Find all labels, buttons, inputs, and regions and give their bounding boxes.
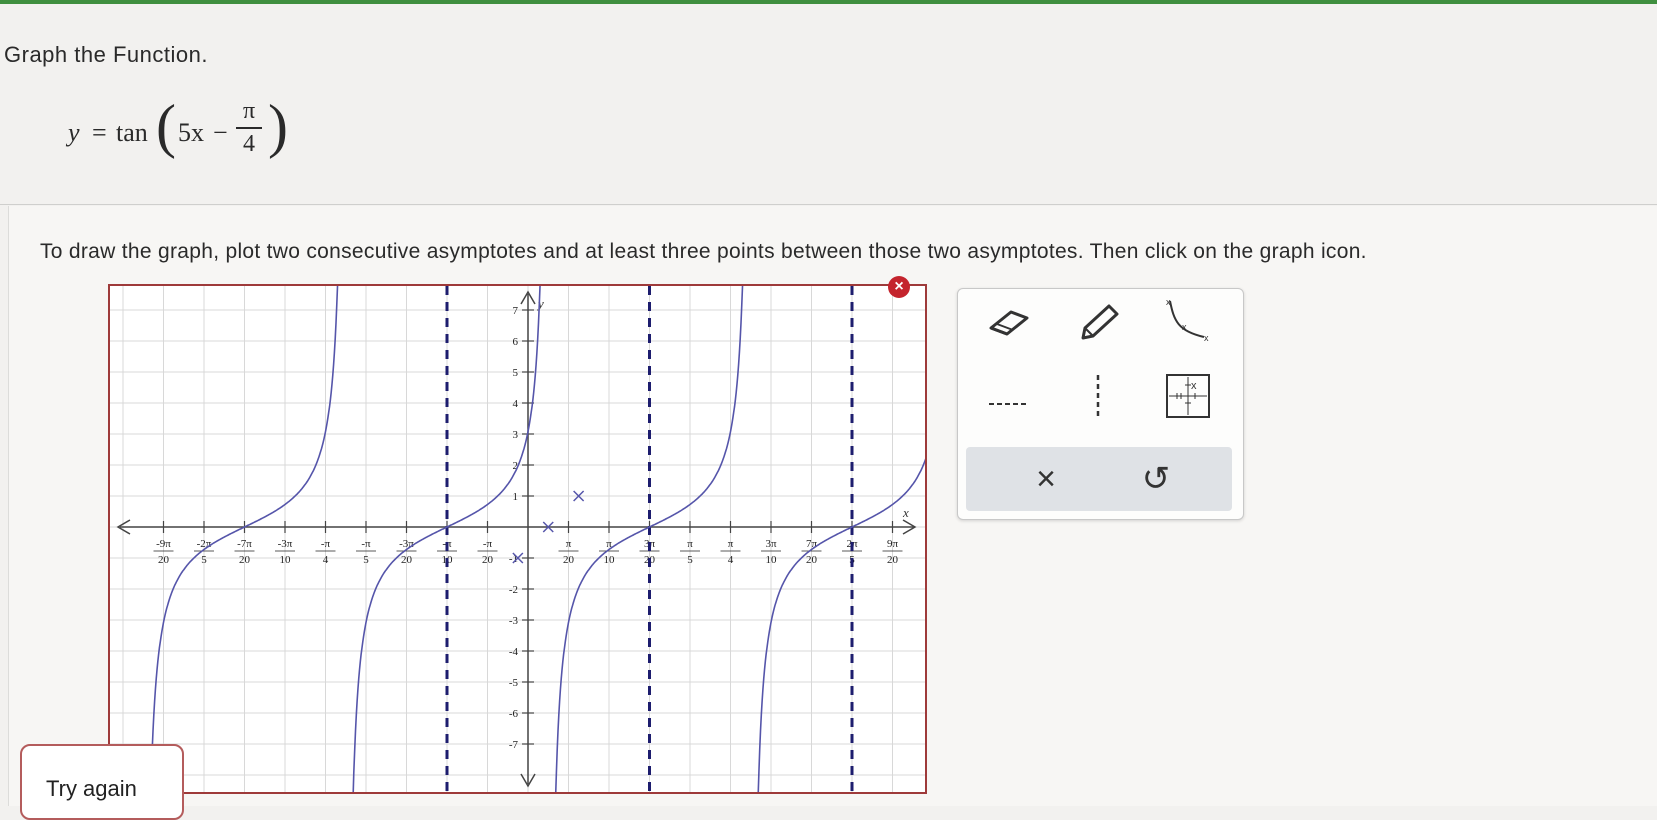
- dashed-line-icon[interactable]: [978, 379, 1038, 429]
- formula-fraction: π 4: [236, 98, 262, 158]
- x-axis-label: x: [902, 505, 909, 520]
- try-again-label: Try again: [46, 776, 137, 801]
- x-tick-numerator: -π: [361, 538, 371, 550]
- x-tick-numerator: -9π: [156, 538, 171, 550]
- y-tick-label: -3: [509, 615, 519, 627]
- pencil-icon[interactable]: [1068, 297, 1128, 347]
- x-tick-numerator: -7π: [237, 538, 252, 550]
- x-tick-denominator: 5: [363, 554, 369, 566]
- top-accent-bar: [0, 0, 1657, 4]
- graph-toolbar: x x x x × ↺: [957, 288, 1244, 520]
- y-tick-label: -2: [509, 584, 518, 596]
- svg-text:x: x: [1182, 322, 1187, 332]
- x-tick-numerator: -π: [321, 538, 331, 550]
- formula-func: tan: [116, 118, 148, 147]
- y-tick-label: 3: [513, 429, 519, 441]
- x-tick-denominator: 5: [687, 554, 693, 566]
- x-tick-numerator: -3π: [278, 538, 293, 550]
- x-tick-denominator: 5: [201, 554, 207, 566]
- tangent-curve: [757, 458, 925, 792]
- formula-equals: =: [92, 118, 107, 147]
- try-again-popup: Try again: [20, 744, 184, 820]
- clear-button[interactable]: ×: [1016, 457, 1076, 501]
- x-tick-numerator: 3π: [765, 538, 777, 550]
- close-icon[interactable]: ×: [888, 276, 910, 298]
- x-tick-denominator: 4: [728, 554, 734, 566]
- x-tick-denominator: 10: [766, 554, 778, 566]
- x-tick-denominator: 20: [887, 554, 899, 566]
- x-tick-denominator: 20: [563, 554, 575, 566]
- graph-svg[interactable]: yx-9π20-2π5-7π20-3π10-π4-π5-3π20-π10-π20…: [110, 286, 925, 792]
- formula-left-paren: (: [156, 93, 176, 159]
- formula-denominator: 4: [243, 131, 255, 157]
- svg-text:x: x: [1166, 297, 1171, 307]
- vertical-dashed-icon[interactable]: [1068, 371, 1128, 421]
- svg-text:x: x: [1204, 333, 1209, 343]
- vertical-dashed-svg: [1096, 375, 1100, 417]
- formula-numerator: π: [242, 98, 256, 124]
- eraser-svg: [989, 310, 1029, 336]
- x-tick-numerator: -3π: [399, 538, 414, 550]
- instructions: To draw the graph, plot two consecutive …: [40, 240, 1367, 263]
- pencil-svg: [1081, 304, 1119, 340]
- y-tick-label: 6: [513, 336, 519, 348]
- x-tick-denominator: 20: [482, 554, 494, 566]
- y-tick-label: -6: [509, 708, 519, 720]
- page-title: Graph the Function.: [4, 42, 208, 67]
- y-tick-label: 5: [513, 367, 519, 379]
- graph-grid-icon[interactable]: x: [1158, 371, 1218, 421]
- dashed-line-svg: [989, 403, 1027, 405]
- graph-grid-svg: x: [1166, 374, 1210, 418]
- y-tick-label: 4: [513, 398, 519, 410]
- eraser-icon[interactable]: [978, 297, 1038, 347]
- function-formula: y = tan ( 5x − π 4 ): [68, 92, 298, 182]
- y-tick-label: -4: [509, 646, 519, 658]
- x-tick-denominator: 20: [239, 554, 251, 566]
- tangent-curve-icon[interactable]: x x x: [1158, 297, 1218, 347]
- x-tick-denominator: 20: [158, 554, 170, 566]
- section-divider: [0, 204, 1657, 205]
- svg-text:x: x: [1191, 380, 1197, 392]
- x-tick-denominator: 10: [604, 554, 616, 566]
- formula-fraction-bar: [236, 127, 262, 129]
- undo-button[interactable]: ↺: [1126, 457, 1186, 501]
- x-tick-numerator: -2π: [197, 538, 212, 550]
- x-tick-numerator: 7π: [806, 538, 818, 550]
- x-tick-denominator: 10: [280, 554, 292, 566]
- y-tick-label: 1: [513, 491, 519, 503]
- x-tick-numerator: π: [687, 538, 693, 550]
- x-tick-denominator: 4: [323, 554, 329, 566]
- y-tick-label: -7: [509, 739, 519, 751]
- y-tick-label: 7: [513, 305, 519, 317]
- y-tick-label: -5: [509, 677, 519, 689]
- formula-right-paren: ): [268, 93, 288, 159]
- tangent-curve-svg: x x x: [1166, 297, 1209, 343]
- x-tick-numerator: 9π: [887, 538, 899, 550]
- graph-canvas[interactable]: yx-9π20-2π5-7π20-3π10-π4-π5-3π20-π10-π20…: [108, 284, 927, 794]
- x-tick-numerator: π: [728, 538, 734, 550]
- formula-coef: 5x: [178, 118, 204, 147]
- x-tick-numerator: π: [566, 538, 572, 550]
- x-tick-denominator: 20: [401, 554, 413, 566]
- graph-actions: × ↺: [966, 447, 1232, 511]
- formula-minus: −: [213, 118, 228, 147]
- formula-y: y: [68, 118, 80, 147]
- x-tick-numerator: -π: [483, 538, 493, 550]
- x-tick-denominator: 20: [806, 554, 818, 566]
